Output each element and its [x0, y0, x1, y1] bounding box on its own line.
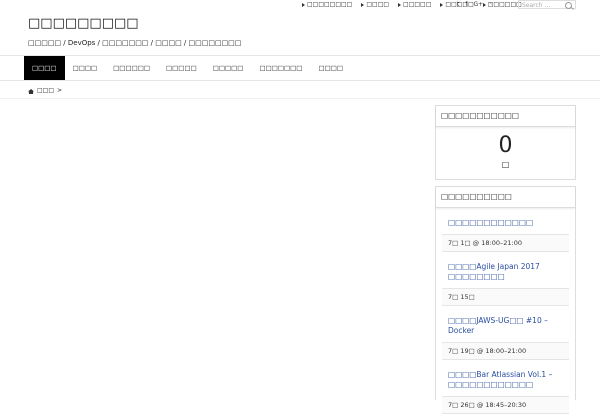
event-title[interactable]: □□□□Bar Atlassian Vol.1 – □□□□□□□□□□□□	[442, 360, 569, 396]
main-nav: □□□□ □□□□ □□□□□□ □□□□□ □□□□□ □□□□□□□ □□□…	[0, 55, 600, 81]
triangle-icon	[440, 2, 444, 7]
counter-widget: □□□□□□□□□□□ 0 □	[435, 105, 576, 180]
triangle-icon	[302, 2, 305, 7]
widget-title: □□□□□□□□□□	[436, 187, 575, 208]
search-input[interactable]: Search ...	[518, 0, 576, 9]
top-bar: □□□□□□□□ □□□□ □□□□□ □□□□□ □□□□□□ t f G+ …	[0, 0, 600, 10]
top-link[interactable]: □□□□□	[398, 1, 431, 8]
event-time: 7□ 19□ @ 18:00–21:00	[442, 342, 569, 360]
nav-item-home[interactable]: □□□□	[24, 56, 65, 80]
twitter-icon[interactable]: t	[457, 1, 459, 8]
nav-item[interactable]: □□□□□	[158, 56, 205, 80]
breadcrumb-home[interactable]: □□□	[37, 87, 54, 94]
widget-title: □□□□□□□□□□□	[436, 106, 575, 127]
social-links: t f G+ ◝	[457, 1, 492, 8]
event-time: 7□ 26□ @ 18:45–20:30	[442, 396, 569, 414]
top-link[interactable]: □□□□	[361, 1, 389, 8]
nav-item[interactable]: □□□□□□□	[251, 56, 310, 80]
counter-unit: □	[501, 160, 510, 169]
top-link-label: □□□□	[366, 1, 390, 8]
event-item: □□□□Agile Japan 2017 □□□□□□□□ 7□ 15□	[442, 252, 569, 306]
top-link-label: □□□□□□□□	[307, 1, 353, 8]
site-tagline: □□□□□ / DevOps / □□□□□□□ / □□□□ / □□□□□□…	[28, 39, 242, 47]
event-time: 7□ 15□	[442, 288, 569, 306]
search-placeholder: Search ...	[522, 2, 551, 9]
event-title[interactable]: □□□□Agile Japan 2017 □□□□□□□□	[442, 252, 569, 288]
breadcrumb-separator: >	[57, 87, 63, 94]
triangle-icon	[398, 2, 402, 7]
google-plus-icon[interactable]: G+	[473, 1, 483, 8]
event-title[interactable]: □□□□□□□□□□□□	[442, 208, 569, 234]
divider	[0, 98, 600, 99]
nav-item[interactable]: □□□□□□	[105, 56, 158, 80]
triangle-icon	[361, 2, 365, 7]
rss-icon[interactable]: ◝	[489, 1, 491, 8]
home-icon	[28, 89, 34, 94]
top-link[interactable]: □□□□□□□□	[302, 1, 352, 8]
nav-item[interactable]: □□□□	[65, 56, 106, 80]
nav-item[interactable]: □□□□□	[205, 56, 252, 80]
breadcrumb: □□□ >	[28, 87, 62, 94]
event-time: 7□ 1□ @ 18:00–21:00	[442, 234, 569, 252]
site-title[interactable]: □□□□□□□□□	[28, 16, 139, 31]
top-link-label: □□□□□	[403, 1, 432, 8]
search-icon[interactable]	[565, 2, 572, 9]
counter-value: 0	[498, 133, 513, 158]
event-item: □□□□Bar Atlassian Vol.1 – □□□□□□□□□□□□ 7…	[442, 360, 569, 414]
event-item: □□□□□□□□□□□□ 7□ 1□ @ 18:00–21:00	[442, 208, 569, 252]
events-widget: □□□□□□□□□□ □□□□□□□□□□□□ 7□ 1□ @ 18:00–21…	[435, 186, 576, 414]
top-link-label: □□□□□□	[487, 1, 522, 8]
facebook-icon[interactable]: f	[465, 1, 467, 8]
event-list: □□□□□□□□□□□□ 7□ 1□ @ 18:00–21:00 □□□□Agi…	[436, 208, 575, 414]
event-title[interactable]: □□□□JAWS-UG□□ #10 – Docker	[442, 306, 569, 342]
event-item: □□□□JAWS-UG□□ #10 – Docker 7□ 19□ @ 18:0…	[442, 306, 569, 360]
nav-item[interactable]: □□□□	[310, 56, 351, 80]
